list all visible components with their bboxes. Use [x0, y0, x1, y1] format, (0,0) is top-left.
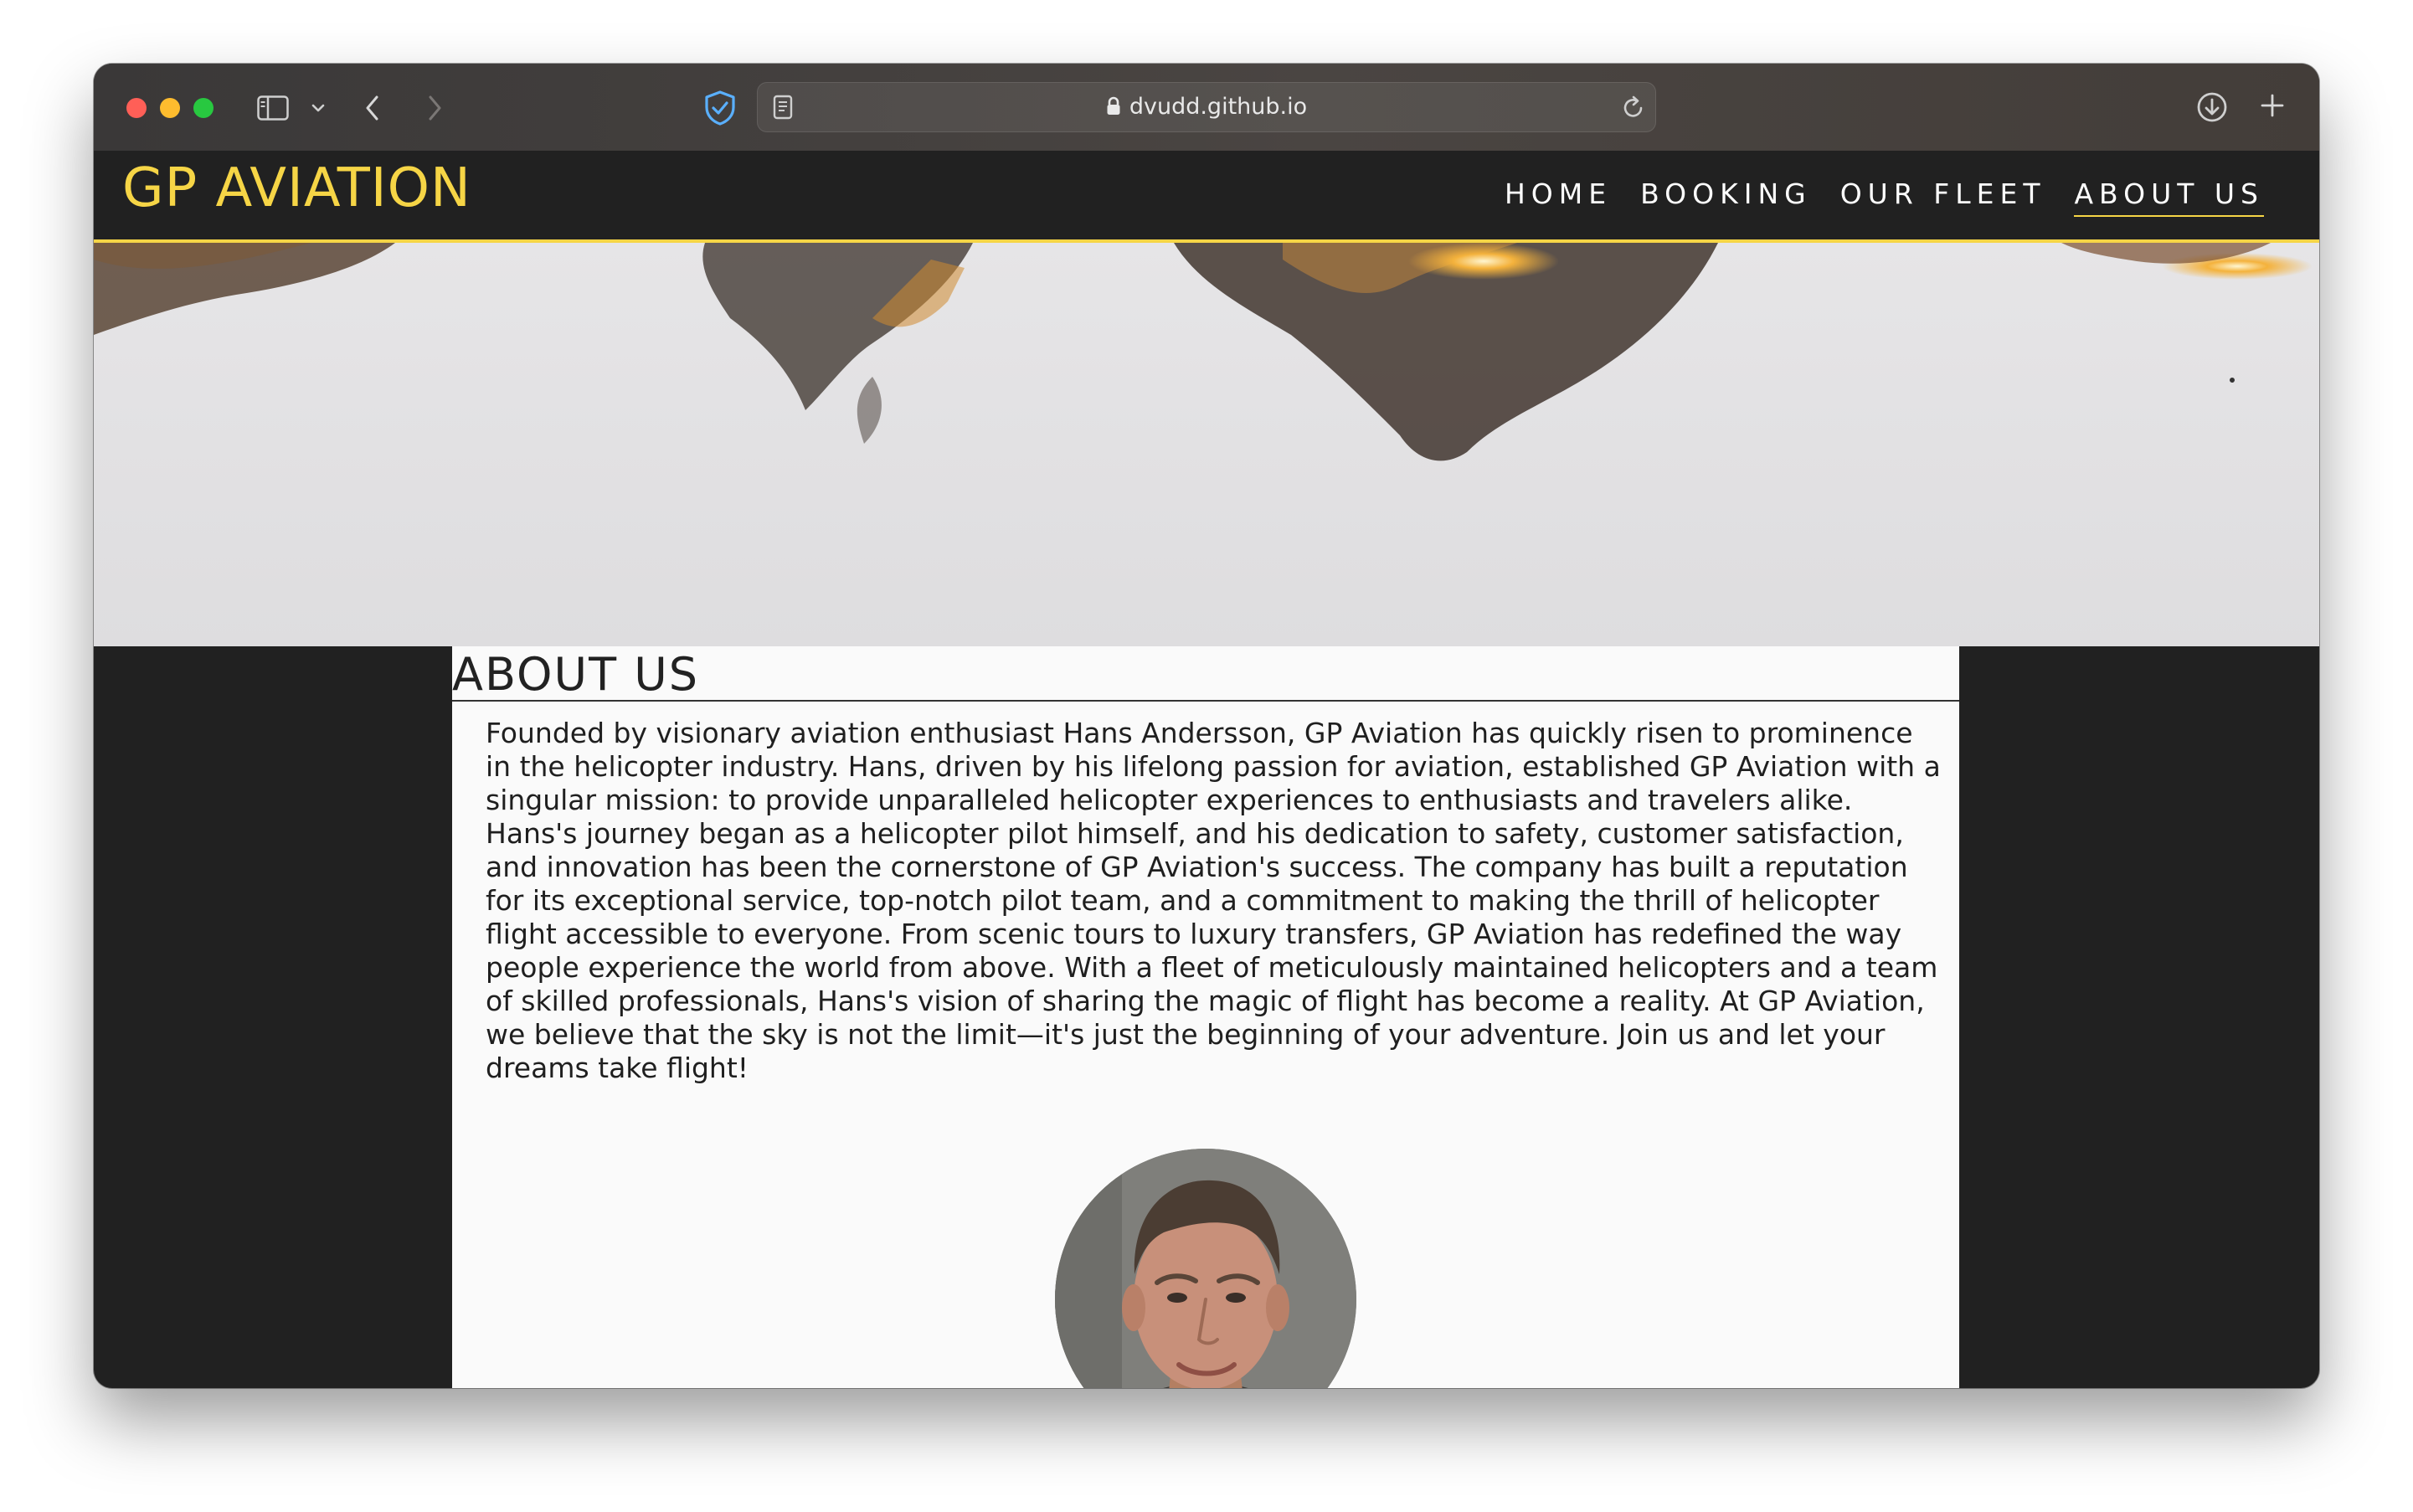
- nav-about-us[interactable]: ABOUT US: [2074, 177, 2264, 217]
- browser-window: dvudd.github.io GP AVIATION HOME BOOKING…: [94, 64, 2319, 1388]
- sidebar-icon[interactable]: [256, 94, 290, 122]
- about-heading: ABOUT US: [452, 648, 700, 701]
- browser-toolbar: dvudd.github.io: [94, 64, 2319, 152]
- download-icon[interactable]: [2194, 89, 2230, 126]
- main-nav: HOME BOOKING OUR FLEET ABOUT US: [1505, 177, 2264, 217]
- plus-icon[interactable]: [2257, 90, 2287, 121]
- reload-icon[interactable]: [1620, 94, 1647, 121]
- site-header: GP AVIATION HOME BOOKING OUR FLEET ABOUT…: [94, 151, 2319, 243]
- about-paragraph: Founded by visionary aviation enthusiast…: [486, 717, 1941, 1084]
- site-logo[interactable]: GP AVIATION: [122, 157, 471, 219]
- shield-check-icon[interactable]: [702, 89, 738, 127]
- chevron-down-icon[interactable]: [310, 100, 327, 116]
- chevron-right-icon[interactable]: [422, 92, 447, 124]
- about-section: ABOUT US Founded by visionary aviation e…: [452, 646, 1959, 1388]
- address-bar[interactable]: dvudd.github.io: [757, 82, 1656, 132]
- heading-divider: [452, 700, 1959, 702]
- hero-image: [94, 243, 2319, 646]
- minimize-window-button[interactable]: [160, 98, 180, 118]
- nav-home[interactable]: HOME: [1505, 177, 1612, 217]
- close-window-button[interactable]: [126, 98, 147, 118]
- nav-booking[interactable]: BOOKING: [1640, 177, 1812, 217]
- founder-portrait: [1055, 1149, 1356, 1388]
- zoom-window-button[interactable]: [193, 98, 214, 118]
- nav-our-fleet[interactable]: OUR FLEET: [1840, 177, 2046, 217]
- url-display[interactable]: dvudd.github.io: [758, 83, 1655, 131]
- lock-icon: [1106, 85, 1121, 134]
- url-text: dvudd.github.io: [1129, 94, 1308, 120]
- chevron-left-icon[interactable]: [360, 92, 385, 124]
